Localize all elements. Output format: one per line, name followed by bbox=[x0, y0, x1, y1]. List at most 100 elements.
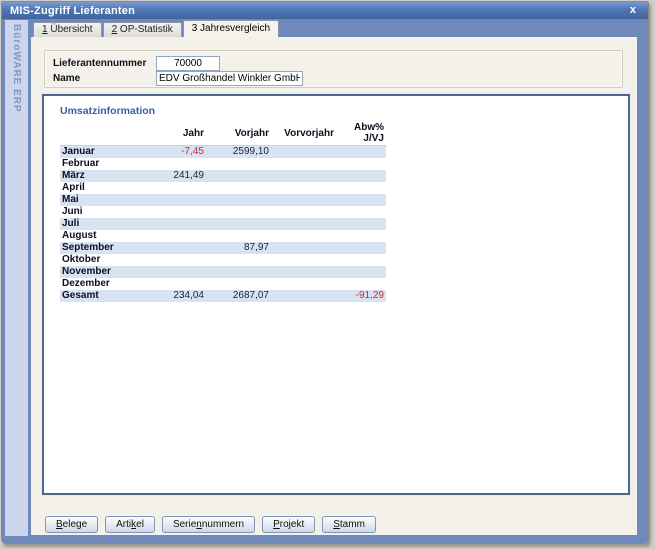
table-row[interactable]: Dezember bbox=[60, 278, 386, 290]
stamm-button[interactable]: Stamm bbox=[322, 516, 376, 533]
value-cell bbox=[206, 266, 271, 278]
value-cell bbox=[206, 218, 271, 230]
value-cell bbox=[206, 278, 271, 290]
projekt-button[interactable]: Projekt bbox=[262, 516, 315, 533]
value-cell bbox=[206, 230, 271, 242]
value-cell bbox=[206, 170, 271, 182]
month-cell: September bbox=[60, 242, 160, 254]
value-cell bbox=[336, 170, 386, 182]
col-month bbox=[60, 122, 160, 146]
value-cell bbox=[271, 194, 336, 206]
brand-sidebar: BüroWARE ERP bbox=[5, 20, 28, 536]
table-row[interactable]: August bbox=[60, 230, 386, 242]
table-row[interactable]: Juli bbox=[60, 218, 386, 230]
close-icon[interactable]: x bbox=[627, 3, 639, 17]
table-row[interactable]: Januar-7,452599,10 bbox=[60, 146, 386, 159]
tab-op-statistik[interactable]: 2 OP-Statistik bbox=[103, 22, 182, 37]
brand-label: BüroWARE ERP bbox=[11, 24, 22, 113]
value-cell bbox=[336, 194, 386, 206]
month-cell: August bbox=[60, 230, 160, 242]
value-cell bbox=[206, 254, 271, 266]
value-cell bbox=[206, 182, 271, 194]
supplier-name-input[interactable] bbox=[156, 71, 303, 86]
table-row[interactable]: März241,49 bbox=[60, 170, 386, 182]
value-cell: 234,04 bbox=[160, 290, 206, 302]
value-cell bbox=[160, 230, 206, 242]
value-cell: 2687,07 bbox=[206, 290, 271, 302]
field-row-number: Lieferantennummer bbox=[53, 56, 622, 71]
artikel-button[interactable]: Artikel bbox=[105, 516, 155, 533]
table-row[interactable]: November bbox=[60, 266, 386, 278]
value-cell bbox=[336, 266, 386, 278]
value-cell bbox=[271, 206, 336, 218]
month-cell: Dezember bbox=[60, 278, 160, 290]
section-title: Umsatzinformation bbox=[60, 105, 155, 117]
value-cell bbox=[336, 218, 386, 230]
col-vorvorjahr: Vorvorjahr bbox=[271, 122, 336, 146]
value-cell bbox=[336, 146, 386, 159]
supplier-number-input[interactable] bbox=[156, 56, 220, 71]
table-header-row: Jahr Vorjahr Vorvorjahr Abw% J/VJ bbox=[60, 122, 386, 146]
window-title: MIS-Zugriff Lieferanten bbox=[2, 5, 135, 17]
seriennummern-button[interactable]: Seriennummern bbox=[162, 516, 255, 533]
value-cell bbox=[271, 278, 336, 290]
table-row[interactable]: Mai bbox=[60, 194, 386, 206]
value-cell bbox=[336, 182, 386, 194]
month-cell: Februar bbox=[60, 158, 160, 170]
supplier-number-label: Lieferantennummer bbox=[53, 58, 156, 69]
month-cell: November bbox=[60, 266, 160, 278]
tab-bar: 1 Übersicht 2 OP-Statistik 3 Jahresvergl… bbox=[33, 21, 280, 37]
value-cell bbox=[160, 194, 206, 206]
month-cell: März bbox=[60, 170, 160, 182]
value-cell bbox=[160, 266, 206, 278]
value-cell bbox=[271, 290, 336, 302]
month-cell: Gesamt bbox=[60, 290, 160, 302]
table-row[interactable]: Oktober bbox=[60, 254, 386, 266]
table-row[interactable]: Gesamt234,042687,07-91,29 bbox=[60, 290, 386, 302]
value-cell bbox=[271, 146, 336, 159]
value-cell bbox=[206, 194, 271, 206]
belege-button[interactable]: Belege bbox=[45, 516, 98, 533]
month-cell: Mai bbox=[60, 194, 160, 206]
value-cell bbox=[160, 254, 206, 266]
value-cell bbox=[160, 218, 206, 230]
value-cell bbox=[336, 158, 386, 170]
month-cell: Juni bbox=[60, 206, 160, 218]
col-abw: Abw% J/VJ bbox=[336, 122, 386, 146]
button-row: Belege Artikel Seriennummern Projekt Sta… bbox=[45, 516, 376, 533]
umsatz-table-body: Januar-7,452599,10FebruarMärz241,49April… bbox=[60, 146, 386, 303]
value-cell bbox=[271, 182, 336, 194]
value-cell bbox=[206, 158, 271, 170]
value-cell bbox=[271, 266, 336, 278]
supplier-groupbox: Lieferantennummer Name bbox=[44, 50, 623, 88]
value-cell bbox=[336, 206, 386, 218]
col-vorjahr: Vorjahr bbox=[206, 122, 271, 146]
value-cell bbox=[160, 182, 206, 194]
table-row[interactable]: Juni bbox=[60, 206, 386, 218]
umsatz-table: Jahr Vorjahr Vorvorjahr Abw% J/VJ Januar… bbox=[60, 122, 386, 302]
tab-uebersicht[interactable]: 1 Übersicht bbox=[33, 22, 102, 37]
value-cell bbox=[336, 230, 386, 242]
table-row[interactable]: September 87,97 bbox=[60, 242, 386, 254]
value-cell: 87,97 bbox=[206, 242, 271, 254]
value-cell bbox=[336, 242, 386, 254]
value-cell bbox=[160, 206, 206, 218]
value-cell bbox=[271, 218, 336, 230]
supplier-name-label: Name bbox=[53, 73, 156, 84]
month-cell: April bbox=[60, 182, 160, 194]
value-cell bbox=[160, 242, 206, 254]
table-row[interactable]: April bbox=[60, 182, 386, 194]
app-window: MIS-Zugriff Lieferanten x BüroWARE ERP 1… bbox=[1, 1, 649, 544]
value-cell bbox=[271, 242, 336, 254]
value-cell bbox=[160, 278, 206, 290]
month-cell: Juli bbox=[60, 218, 160, 230]
value-cell: 2599,10 bbox=[206, 146, 271, 159]
tab-jahresvergleich[interactable]: 3 Jahresvergleich bbox=[183, 20, 279, 37]
value-cell bbox=[336, 254, 386, 266]
value-cell bbox=[271, 254, 336, 266]
value-cell bbox=[160, 158, 206, 170]
table-row[interactable]: Februar bbox=[60, 158, 386, 170]
value-cell bbox=[271, 158, 336, 170]
value-cell: -7,45 bbox=[160, 146, 206, 159]
value-cell bbox=[336, 278, 386, 290]
